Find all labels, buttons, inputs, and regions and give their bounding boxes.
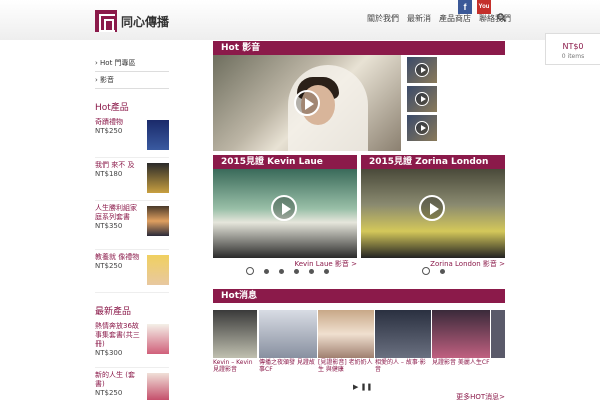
product-item[interactable]: 我們 來不 及 NT$180 xyxy=(95,161,169,201)
site-logo[interactable]: 同心傳播 xyxy=(95,10,169,32)
zorina-video[interactable] xyxy=(361,169,505,258)
kevin-video-card: 2015見證 Kevin Laue Kevin Laue 影音 > xyxy=(213,155,357,275)
product-name[interactable]: 熱情奔放36故事集套書(共三冊) xyxy=(95,322,143,349)
product-name[interactable]: 教養就 像禮物 xyxy=(95,253,143,262)
carousel-dot[interactable] xyxy=(264,268,269,274)
cart-widget[interactable]: NT$0 0 items xyxy=(545,33,600,65)
sidebar-link-hot[interactable]: › Hot 門專區 xyxy=(95,55,169,72)
news-thumbnail[interactable] xyxy=(259,310,317,358)
play-icon[interactable] xyxy=(294,90,320,116)
nav-item-contact[interactable]: 聯絡我們 xyxy=(479,13,511,24)
featured-video[interactable] xyxy=(213,55,401,151)
hot-news-section: Hot消息 Kevin – Kevin見證影音 傳播之夜頒發 見證故事CF [見… xyxy=(213,289,505,400)
product-thumbnail[interactable] xyxy=(147,324,169,354)
kevin-video[interactable] xyxy=(213,169,357,258)
hot-video-section: Hot 影音 xyxy=(213,41,505,151)
carousel-dot[interactable] xyxy=(294,268,299,274)
carousel-play-icon[interactable] xyxy=(422,267,430,275)
search-icon[interactable] xyxy=(497,13,506,22)
product-thumbnail[interactable] xyxy=(147,120,169,150)
news-thumbnail[interactable] xyxy=(432,310,490,358)
product-thumbnail[interactable] xyxy=(147,206,169,236)
zorina-carousel-dots xyxy=(422,267,445,275)
carousel-dot[interactable] xyxy=(279,268,284,274)
sidebar-link-video-label: 影音 xyxy=(100,76,115,84)
news-caption[interactable]: 見證影音 美麗人生CF xyxy=(432,359,490,366)
carousel-dot[interactable] xyxy=(440,268,445,274)
play-icon xyxy=(415,63,429,77)
product-item[interactable]: 人生勝利組家庭系列套書 NT$350 xyxy=(95,204,169,250)
social-links: f You xyxy=(458,0,491,14)
play-icon[interactable] xyxy=(271,195,297,221)
product-name[interactable]: 奇蹟禮物 xyxy=(95,118,143,127)
facebook-icon[interactable]: f xyxy=(458,0,472,14)
product-name[interactable]: 人生勝利組家庭系列套書 xyxy=(95,204,143,222)
product-item[interactable]: 奇蹟禮物 NT$250 xyxy=(95,118,169,158)
play-icon xyxy=(415,121,429,135)
carousel-dot[interactable] xyxy=(324,268,329,274)
nav-item-shop[interactable]: 產品商店 xyxy=(439,13,471,24)
sidebar: › Hot 門專區 › 影音 Hot產品 奇蹟禮物 NT$250 我們 來不 及… xyxy=(95,55,169,400)
slider-controls[interactable]: ▶ ❚❚ xyxy=(353,383,372,391)
news-thumbnail[interactable] xyxy=(318,310,374,358)
zorina-video-card: 2015見證 Zorina London Zorina London 影音 > xyxy=(361,155,505,275)
video-playlist xyxy=(407,57,439,144)
news-caption[interactable]: 傳播之夜頒發 見證故事CF xyxy=(259,359,317,373)
nav-item-news[interactable]: 最新消 xyxy=(407,13,431,24)
nav-item-about[interactable]: 關於我們 xyxy=(367,13,399,24)
cart-item-count: 0 items xyxy=(561,53,585,60)
cart-total: NT$0 xyxy=(562,42,584,51)
playlist-thumbnail[interactable] xyxy=(407,86,437,112)
zorina-card-title: 2015見證 Zorina London xyxy=(361,155,505,169)
news-strip xyxy=(213,310,505,358)
hot-news-title: Hot消息 xyxy=(213,289,505,303)
product-name[interactable]: 我們 來不 及 xyxy=(95,161,143,170)
product-thumbnail[interactable] xyxy=(147,163,169,193)
main-nav: 關於我們 最新消 產品商店 聯絡我們 xyxy=(367,13,511,24)
youtube-icon[interactable]: You xyxy=(477,0,491,14)
news-caption[interactable]: Kevin – Kevin見證影音 xyxy=(213,359,257,373)
news-caption[interactable]: 相愛的人 – 故事·影音 xyxy=(375,359,431,373)
sidebar-link-video[interactable]: › 影音 xyxy=(95,72,169,89)
new-products-heading: 最新產品 xyxy=(95,307,132,317)
kevin-card-title: 2015見證 Kevin Laue xyxy=(213,155,357,169)
logo-text: 同心傳播 xyxy=(121,14,170,29)
product-item[interactable]: 新的人生 (套書) NT$250 xyxy=(95,371,169,400)
product-thumbnail[interactable] xyxy=(147,255,169,285)
product-item[interactable]: 教養就 像禮物 NT$250 xyxy=(95,253,169,293)
playlist-thumbnail[interactable] xyxy=(407,57,437,83)
play-icon[interactable] xyxy=(419,195,445,221)
kevin-carousel-dots xyxy=(246,267,329,275)
news-caption[interactable]: [見證影音] 老奶奶人生 與健康 xyxy=(318,359,374,373)
product-thumbnail[interactable] xyxy=(147,373,169,400)
play-icon xyxy=(415,92,429,106)
sidebar-link-hot-label: Hot 門專區 xyxy=(100,59,136,67)
news-thumbnail[interactable] xyxy=(375,310,431,358)
product-name[interactable]: 新的人生 (套書) xyxy=(95,371,143,389)
site-header: 同心傳播 f You 關於我們 最新消 產品商店 聯絡我們 xyxy=(0,0,600,40)
news-thumbnail[interactable] xyxy=(213,310,257,358)
hot-products-heading: Hot產品 xyxy=(95,103,129,113)
product-item[interactable]: 熱情奔放36故事集套書(共三冊) NT$300 xyxy=(95,322,169,368)
logo-mark xyxy=(95,10,117,32)
more-hot-news-link[interactable]: 更多HOT消息> xyxy=(456,392,505,400)
news-thumbnail[interactable] xyxy=(491,310,505,358)
carousel-dot[interactable] xyxy=(309,268,314,274)
hot-video-title: Hot 影音 xyxy=(213,41,505,55)
carousel-play-icon[interactable] xyxy=(246,267,254,275)
playlist-thumbnail[interactable] xyxy=(407,115,437,141)
